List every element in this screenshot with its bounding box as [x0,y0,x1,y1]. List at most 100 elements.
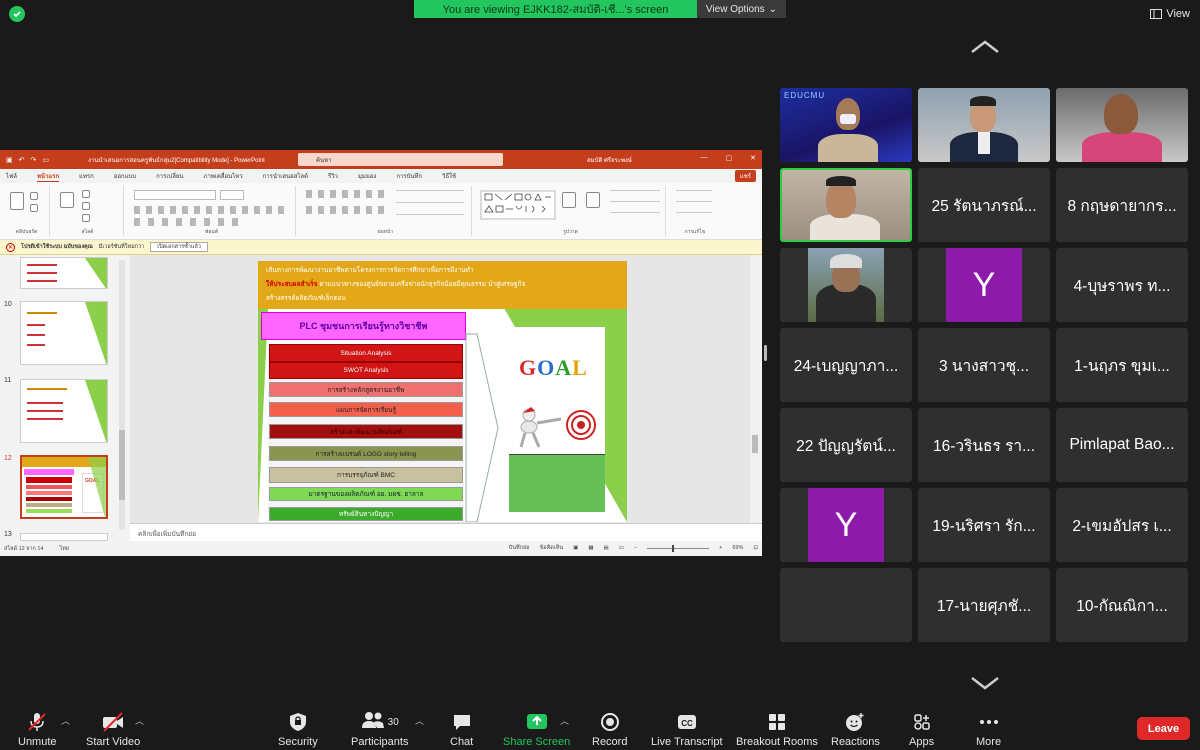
participants-caret-icon[interactable]: ︿ [415,714,424,727]
ppt-search-input[interactable]: ค้นหา [298,153,503,166]
canvas-scrollbar[interactable] [750,255,760,523]
find-replace-select[interactable] [676,190,712,222]
copy-icon[interactable] [30,204,38,212]
zoom-out-icon[interactable]: − [634,545,637,551]
security-button[interactable]: Security [278,712,318,748]
apps-button[interactable]: Apps [909,712,934,748]
participant-video[interactable] [918,88,1050,162]
participant-video[interactable] [1056,88,1188,162]
participant-tile[interactable]: 25 รัตนาภรณ์... [918,168,1050,242]
maximize-icon[interactable]: ▢ [726,154,733,162]
participant-tile[interactable]: 8 กฤษดายากร... [1056,168,1188,242]
section-icon[interactable] [82,214,90,222]
live-transcript-button[interactable]: CC Live Transcript [651,712,723,748]
tab-slideshow[interactable]: การนำเสนอสไลด์ [263,171,308,181]
view-button[interactable]: View [1150,5,1190,23]
close-icon[interactable]: ✕ [750,154,756,162]
breakout-rooms-button[interactable]: Breakout Rooms [736,712,818,748]
gallery-up-chevron-icon[interactable] [970,40,1000,54]
participant-tile[interactable]: 19-นริศรา รัก... [918,488,1050,562]
redo-icon[interactable]: ↷ [31,156,37,164]
slide-sorter-icon[interactable]: ▦ [588,545,593,551]
panel-splitter[interactable] [764,345,767,361]
layout-icon[interactable] [82,190,90,198]
tab-view[interactable]: มุมมอง [358,171,376,181]
tab-recording[interactable]: การบันทึก [396,171,422,181]
align-buttons[interactable] [306,206,386,214]
unmute-button[interactable]: Unmute [18,712,57,748]
participant-tile[interactable]: 24-เบญญาภา... [780,328,912,402]
participant-tile-empty[interactable] [780,568,912,642]
reactions-button[interactable]: Reactions [831,712,880,748]
tab-help[interactable]: วิธีใช้ [442,171,456,181]
new-slide-icon[interactable] [60,192,74,208]
shapes-gallery[interactable] [480,190,556,220]
save-icon[interactable]: ▣ [6,156,13,164]
zoom-level[interactable]: 69% [732,545,743,551]
more-button[interactable]: More [976,712,1001,748]
quick-styles-icon[interactable] [586,192,600,208]
audio-options-caret-icon[interactable]: ︿ [61,714,70,727]
video-options-caret-icon[interactable]: ︿ [135,714,144,727]
share-options-caret-icon[interactable]: ︿ [560,714,569,727]
tab-transitions[interactable]: การเปลี่ยน [156,171,183,181]
leave-button[interactable]: Leave [1137,717,1190,740]
notes-toggle[interactable]: บันทึกย่อ [509,544,530,552]
ppt-user-name[interactable]: สมบัติ ศรีจระพงษ์ [587,155,632,165]
participant-tile[interactable]: 22 ปัญญรัตน์... [780,408,912,482]
font-name-dropdown[interactable] [134,190,216,200]
text-direction-options[interactable] [396,190,464,226]
fit-slide-icon[interactable]: ⊡ [753,545,758,551]
slide-thumbnail[interactable] [20,301,108,365]
comments-toggle[interactable]: ข้อคิดเห็น [540,544,564,552]
shape-format-options[interactable] [610,190,660,222]
chat-button[interactable]: Chat [450,712,473,748]
slide-thumbnail[interactable] [20,379,108,443]
participant-tile[interactable]: 3 นางสาวชุ... [918,328,1050,402]
reset-icon[interactable] [82,202,90,210]
tab-review[interactable]: รีวิว [328,171,338,181]
participant-tile[interactable]: 16-วรินธร รา... [918,408,1050,482]
tab-home[interactable]: หน้าแรก [36,171,60,182]
participant-video[interactable]: EDUCMU [780,88,912,162]
ppt-notes-field[interactable]: คลิกเพื่อเพิ่มบันทึกย่อ [130,523,762,541]
encryption-shield-icon[interactable] [9,6,25,22]
ppt-share-button[interactable]: แชร์ [734,170,756,182]
reading-view-icon[interactable]: ▤ [604,545,609,551]
participant-tile[interactable]: 1-นฤภร ขุมเ... [1056,328,1188,402]
thumbnail-scrollbar[interactable] [119,260,125,530]
record-button[interactable]: Record [592,712,627,748]
view-options-button[interactable]: View Options ⌄ [697,0,786,18]
minimize-icon[interactable]: — [701,154,708,162]
normal-view-icon[interactable]: ▣ [573,545,578,551]
participant-video-active-speaker[interactable] [780,168,912,242]
list-buttons[interactable] [306,190,386,198]
participant-tile[interactable]: 4-บุษราพร ท... [1056,248,1188,322]
font-format-buttons[interactable] [134,206,284,214]
participant-tile[interactable]: Y [918,248,1050,322]
tab-animations[interactable]: ภาพเคลื่อนไหว [204,171,243,181]
zoom-slider[interactable] [647,544,710,552]
participant-tile[interactable]: 2-เขมอัปสร เ... [1056,488,1188,562]
font-effect-buttons[interactable] [134,218,244,226]
message-bar-button[interactable]: เปิดเอกสารซ้ำแล้ว [150,242,208,252]
slideshow-icon[interactable]: ▭ [42,156,49,164]
participants-button[interactable]: 30 Participants [351,712,408,748]
slide-thumbnail[interactable] [20,533,108,541]
tab-insert[interactable]: แทรก [79,171,94,181]
participant-video[interactable] [780,248,912,322]
cut-icon[interactable] [30,192,38,200]
participant-tile[interactable]: 17-นายศุภชั... [918,568,1050,642]
slide-thumbnail[interactable] [20,257,108,289]
arrange-icon[interactable] [562,192,576,208]
tab-file[interactable]: ไฟล์ [6,171,17,181]
zoom-in-icon[interactable]: + [719,545,722,551]
slideshow-view-icon[interactable]: ▭ [619,545,624,551]
font-size-dropdown[interactable] [220,190,244,200]
participant-tile[interactable]: Pimlapat Bao... [1056,408,1188,482]
gallery-down-chevron-icon[interactable] [970,676,1000,690]
undo-icon[interactable]: ↶ [19,156,25,164]
tab-design[interactable]: ออกแบบ [114,171,136,181]
paste-icon[interactable] [10,192,24,210]
participant-tile[interactable]: 10-กัณณิกา... [1056,568,1188,642]
